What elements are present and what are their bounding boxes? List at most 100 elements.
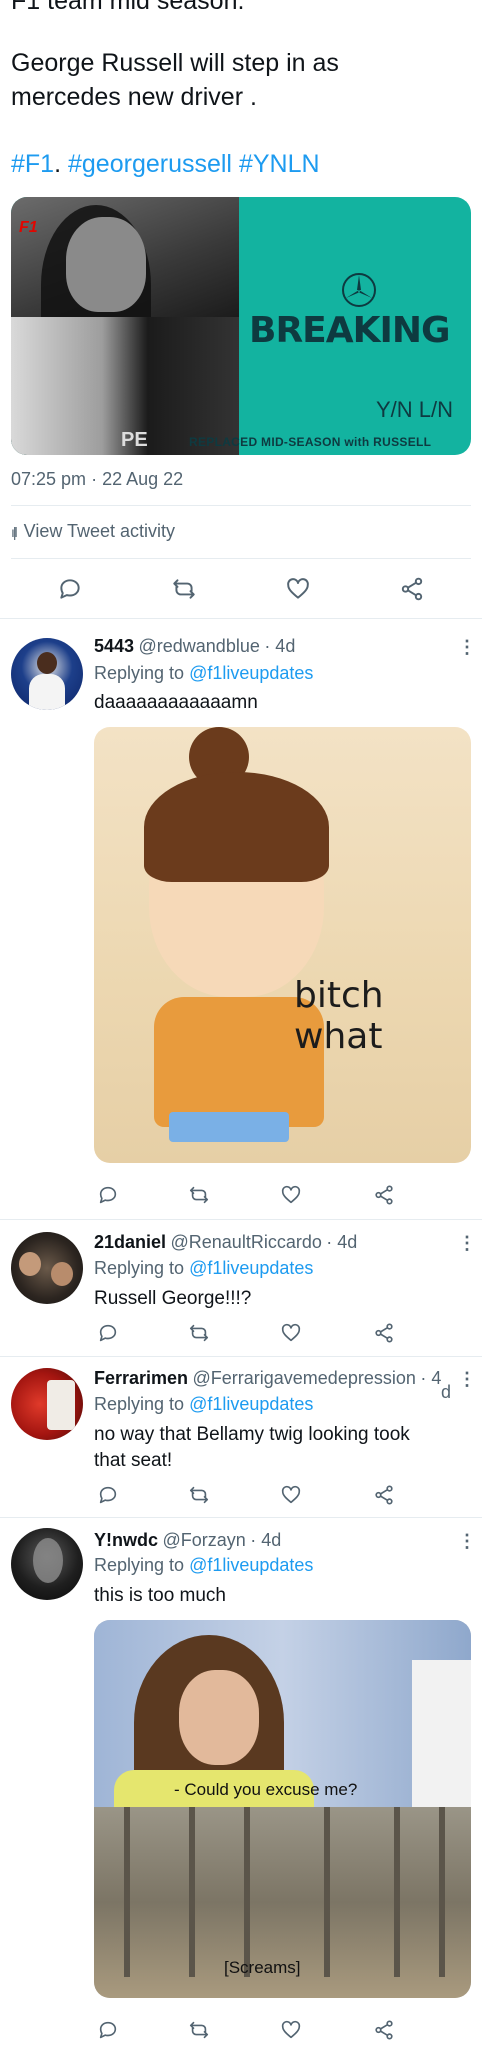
retweet-button[interactable] [164,572,204,606]
hashtags: #F1. #georgerussell #YNLN [11,150,320,179]
display-name[interactable]: Y!nwdc [94,1530,158,1550]
retweet-button[interactable] [183,1180,215,1210]
avatar[interactable] [11,1528,83,1600]
reply-button[interactable] [50,572,90,606]
divider [0,1356,482,1357]
tweet-image[interactable]: F1 PE BREAKING Y/N L/N REPLACED MID-SEAS… [11,197,471,455]
reply-button[interactable] [92,1180,124,1210]
more-options-icon[interactable]: ⋮ [458,1369,476,1390]
bar-chart-icon: ı|l [11,524,17,540]
like-button[interactable] [275,1180,307,1210]
like-button[interactable] [275,1480,307,1510]
hashtag-ynln[interactable]: #YNLN [239,150,320,178]
replying-to: Replying to @f1liveupdates [94,1258,313,1279]
user-handle[interactable]: @RenaultRiccardo [171,1232,322,1252]
heart-icon [281,1485,301,1504]
meme-caption-bottom: [Screams] [224,1958,301,1977]
more-options-icon[interactable]: ⋮ [458,637,476,658]
retweet-button[interactable] [183,2015,215,2045]
reply-header: Y!nwdc @Forzayn · 4d [94,1530,281,1551]
activity-label: View Tweet activity [23,521,176,541]
retweet-icon [189,1486,209,1504]
hashtag-separator: . [54,150,62,178]
retweet-icon [189,1324,209,1342]
reply-text: Russell George!!!? [94,1288,252,1309]
mention-link[interactable]: @f1liveupdates [189,1258,313,1278]
divider [11,558,471,559]
meme-caption-top: - Could you excuse me? [174,1780,358,1799]
strapline: REPLACED MID-SEASON with RUSSELL [189,435,432,449]
like-button[interactable] [275,2015,307,2045]
reply-age: · 4d [326,1232,358,1252]
share-button[interactable] [392,572,432,606]
timestamp-separator: · [91,469,98,489]
share-button[interactable] [368,1180,400,1210]
share-button[interactable] [368,1318,400,1348]
reply-icon [99,1186,117,1204]
suit-lettering: PE [121,429,148,451]
replying-to: Replying to @f1liveupdates [94,1394,313,1415]
user-handle[interactable]: @redwandblue [139,636,260,656]
tweet-time: 07:25 pm [11,469,87,489]
reply-image[interactable]: - Could you excuse me? [Screams] [94,1620,471,1998]
divider [0,618,482,619]
more-options-icon[interactable]: ⋮ [458,1531,476,1552]
share-icon [375,2020,393,2040]
tweet-text-line-1: George Russell will step in as [11,49,339,77]
avatar[interactable] [11,638,83,710]
share-icon [401,577,423,601]
display-name[interactable]: 21daniel [94,1232,166,1252]
tweet-timestamp: 07:25 pm · 22 Aug 22 [11,469,183,490]
reply-header: Ferrarimen @Ferrarigavemedepression · 4 [94,1368,441,1389]
retweet-icon [173,579,195,599]
retweet-button[interactable] [183,1480,215,1510]
divider [0,1219,482,1220]
like-button[interactable] [275,1318,307,1348]
share-button[interactable] [368,1480,400,1510]
display-name[interactable]: 5443 [94,636,134,656]
reply-button[interactable] [92,2015,124,2045]
reply-button[interactable] [92,1318,124,1348]
share-icon [375,1323,393,1343]
view-tweet-activity[interactable]: ı|l View Tweet activity [11,521,175,542]
avatar[interactable] [11,1368,83,1440]
user-handle[interactable]: @Forzayn [162,1530,245,1550]
reply-age: · 4 [420,1368,442,1388]
replying-prefix: Replying to [94,663,185,683]
share-button[interactable] [368,2015,400,2045]
f1-logo: F1 [19,219,38,236]
reply-header: 21daniel @RenaultRiccardo · 4d [94,1232,357,1253]
replying-prefix: Replying to [94,1258,185,1278]
divider [0,1517,482,1518]
reply-age-suffix: d [441,1382,452,1402]
avatar[interactable] [11,1232,83,1304]
mention-link[interactable]: @f1liveupdates [189,1394,313,1414]
heart-icon [281,1185,301,1204]
more-options-icon[interactable]: ⋮ [458,1233,476,1254]
reply-icon [99,1486,117,1504]
retweet-button[interactable] [183,1318,215,1348]
reply-icon [99,1324,117,1342]
mention-link[interactable]: @f1liveupdates [189,1555,313,1575]
reply-button[interactable] [92,1480,124,1510]
replying-prefix: Replying to [94,1394,185,1414]
tweet-text-line-0: F1 team mid season. [11,0,245,15]
mention-link[interactable]: @f1liveupdates [189,663,313,683]
hashtag-georgerussell[interactable]: #georgerussell [68,150,232,178]
hashtag-f1[interactable]: #F1 [11,150,54,178]
retweet-icon [189,2021,209,2039]
replying-to: Replying to @f1liveupdates [94,663,313,684]
driver-photo [11,197,239,455]
user-handle[interactable]: @Ferrarigavemedepression [193,1368,416,1388]
brand-text: Y/N L/N [375,397,453,422]
reply-text-line-2: that seat! [94,1450,173,1471]
reply-text: daaaaaaaaaaaamn [94,692,258,713]
share-icon [375,1185,393,1205]
reply-image[interactable]: bitch what [94,727,471,1163]
heart-icon [281,2020,301,2039]
reply-icon [99,2021,117,2039]
reply-icon [60,579,80,599]
display-name[interactable]: Ferrarimen [94,1368,188,1388]
heart-icon [287,578,309,599]
like-button[interactable] [278,572,318,606]
